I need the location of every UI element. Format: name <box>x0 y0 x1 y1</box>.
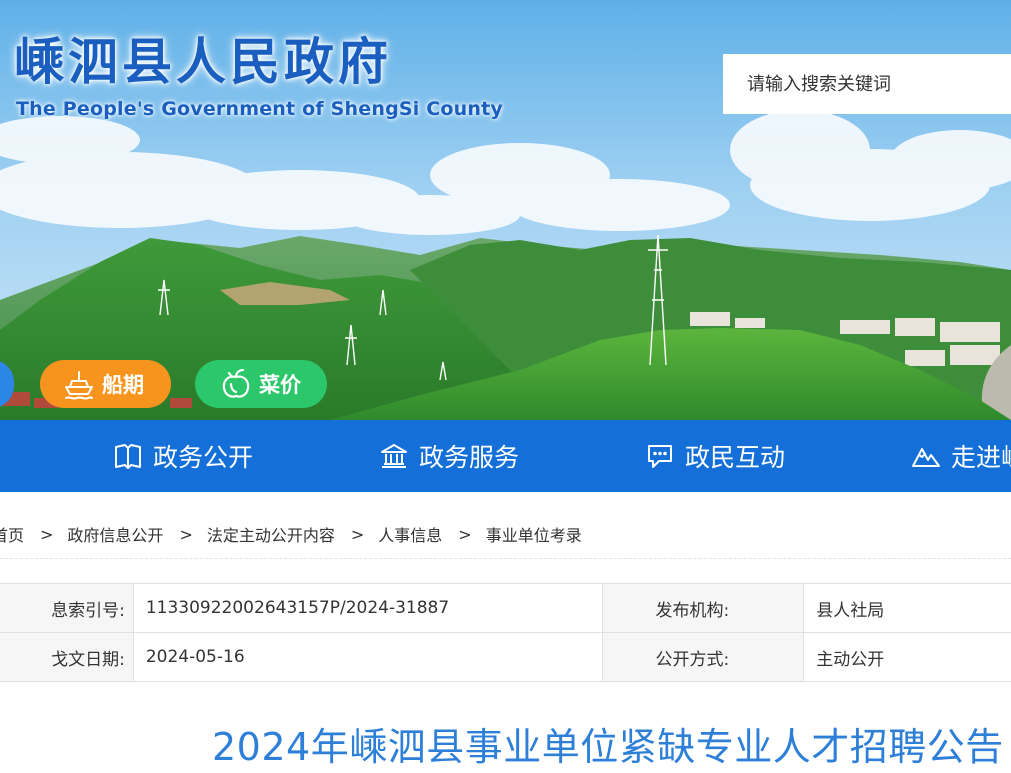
site-title: 嵊泗县人民政府 <box>14 33 392 91</box>
chat-icon <box>648 445 672 468</box>
index-number-label: 息索引号: <box>0 583 134 633</box>
breadcrumb-separator: > <box>458 524 472 544</box>
breadcrumb-item-government-information[interactable]: 政府信息公开 <box>67 522 163 546</box>
ship-icon <box>65 371 93 400</box>
disclosure-method-value: 主动公开 <box>803 632 1011 682</box>
breadcrumb-divider <box>0 558 1011 559</box>
breadcrumb-separator: > <box>350 524 365 544</box>
publisher-label: 发布机构: <box>602 583 805 633</box>
nav-item-label: 政务服务 <box>419 443 520 472</box>
breadcrumb-item-home[interactable]: 首页 <box>0 522 24 546</box>
table-row: 息索引号: 11330922002643157P/2024-31887 发布机构… <box>0 583 1011 633</box>
government-building-icon <box>381 444 407 468</box>
issue-date-value: 2024-05-16 <box>132 632 604 682</box>
nav-item-label: 政民互动 <box>685 443 786 472</box>
disclosure-method-label: 公开方式: <box>602 632 805 682</box>
breadcrumb-separator: > <box>179 524 193 544</box>
main-nav: 政务公开 政务服务 政民互动 走进 <box>0 420 1011 492</box>
publisher-value: 县人社局 <box>803 583 1011 633</box>
header-banner: 嵊泗县人民政府 The People's Government of Sheng… <box>0 0 1011 420</box>
article-title: 2024年嵊泗县事业单位紧缺专业人才招聘公告 <box>212 725 1004 769</box>
nav-item-public-interaction[interactable]: 政民互动 <box>645 420 785 492</box>
nav-item-label: 走进嵊 <box>951 443 1011 472</box>
nav-item-label: 政务公开 <box>153 443 254 472</box>
issue-date-label: 戈文日期: <box>0 632 134 682</box>
vegetable-icon <box>222 368 250 398</box>
site-subtitle: The People's Government of ShengSi Count… <box>16 98 504 120</box>
nav-item-about-shengsi[interactable]: 走进嵊 <box>911 420 1011 492</box>
document-info-table: 息索引号: 11330922002643157P/2024-31887 发布机构… <box>0 583 1011 682</box>
quick-link-vegetable-price[interactable]: 菜价 <box>195 360 327 408</box>
index-number-value: 11330922002643157P/2024-31887 <box>132 583 604 633</box>
table-row: 戈文日期: 2024-05-16 公开方式: 主动公开 <box>0 632 1011 682</box>
nav-item-government-services[interactable]: 政务服务 <box>379 420 519 492</box>
search-input[interactable] <box>723 54 1011 114</box>
quick-link-label: 菜价 <box>259 373 301 397</box>
breadcrumb-item-personnel-information[interactable]: 人事信息 <box>378 522 442 546</box>
breadcrumb-separator: > <box>40 524 54 544</box>
book-icon <box>115 444 141 469</box>
mountain-icon <box>912 448 940 467</box>
quick-link-label: 船期 <box>102 373 144 397</box>
breadcrumb-item-statutory-disclosure[interactable]: 法定主动公开内容 <box>207 522 335 546</box>
breadcrumb-item-institution-recruitment[interactable]: 事业单位考录 <box>486 522 582 546</box>
nav-item-government-affairs-disclosure[interactable]: 政务公开 <box>113 420 253 492</box>
breadcrumb: 首页 > 政府信息公开 > 法定主动公开内容 > 人事信息 > 事业单位考录 <box>0 520 582 548</box>
quick-link-ship-schedule[interactable]: 船期 <box>40 360 171 408</box>
